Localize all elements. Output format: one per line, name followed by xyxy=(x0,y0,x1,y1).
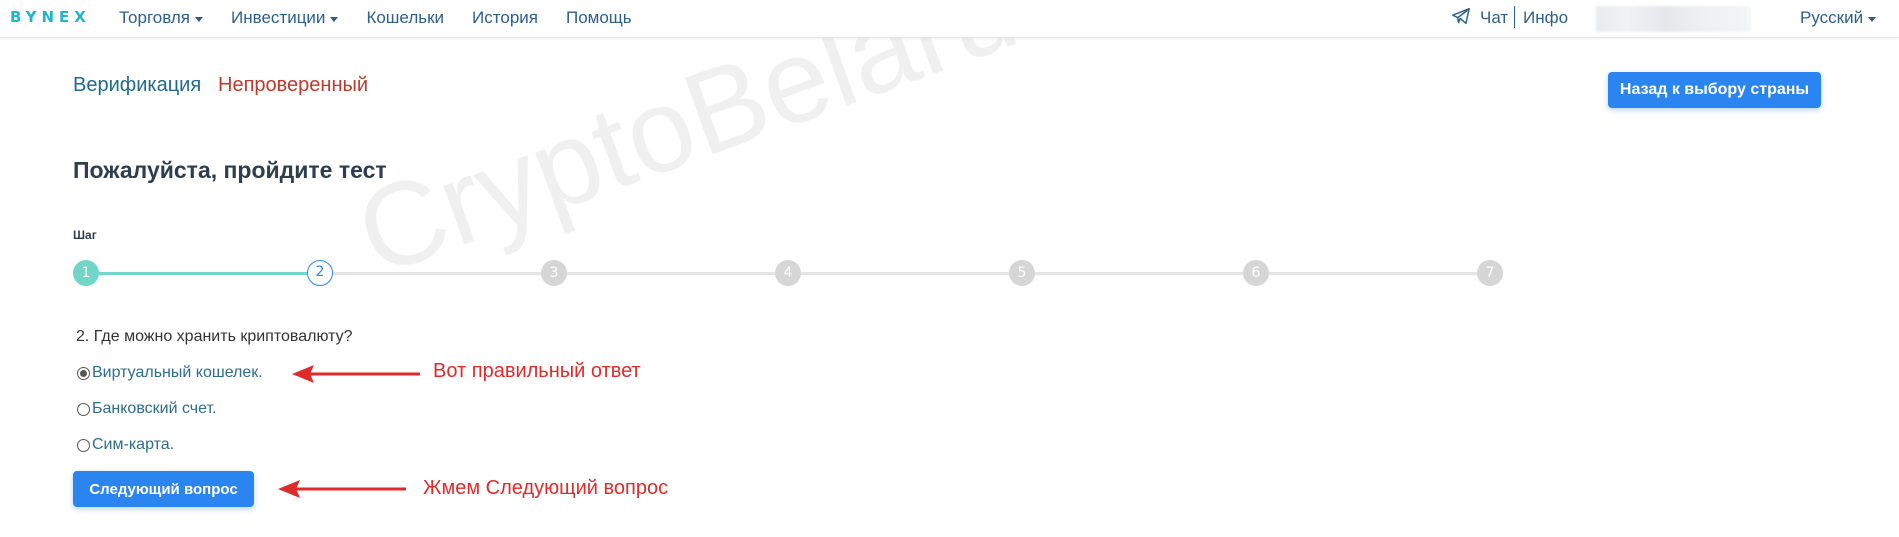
nav-item-label: Инвестиции xyxy=(231,8,326,27)
caret-down-icon xyxy=(1868,16,1877,22)
verification-title: Верификация xyxy=(73,74,202,96)
language-label: Русский xyxy=(1800,8,1864,27)
caret-down-icon xyxy=(195,16,204,22)
step-connector xyxy=(801,272,1009,275)
page-title: Пожалуйста, пройдите тест xyxy=(73,157,387,183)
step-1: 1 xyxy=(73,260,99,286)
annotation-correct-answer: Вот правильный ответ xyxy=(433,360,641,382)
watermark: CryptoBelarus.by xyxy=(340,0,1237,301)
nav-item-wallets[interactable]: Кошельки xyxy=(366,8,444,28)
nav-item-investments[interactable]: Инвестиции xyxy=(231,8,339,28)
annotation-press-next: Жмем Следующий вопрос xyxy=(423,477,669,499)
info-link[interactable]: Инфо xyxy=(1523,8,1568,28)
divider xyxy=(1514,6,1515,28)
back-to-country-button[interactable]: Назад к выбору страны xyxy=(1608,72,1821,108)
main-nav: Торговля Инвестиции Кошельки История Пом… xyxy=(119,0,660,36)
next-question-button[interactable]: Следующий вопрос xyxy=(73,471,254,507)
step-6: 6 xyxy=(1243,260,1269,286)
step-connector xyxy=(1269,272,1477,275)
step-connector xyxy=(567,272,775,275)
answer-label: Виртуальный кошелек. xyxy=(92,364,263,381)
annotation-arrow-icon xyxy=(278,480,406,498)
answer-option-virtual-wallet[interactable]: Виртуальный кошелек. xyxy=(77,364,263,382)
step-connector xyxy=(333,272,541,275)
nav-item-label: История xyxy=(472,8,538,27)
telegram-icon[interactable] xyxy=(1451,7,1471,25)
step-7: 7 xyxy=(1477,260,1503,286)
chat-link[interactable]: Чат xyxy=(1480,8,1508,28)
nav-item-history[interactable]: История xyxy=(472,8,538,28)
progress-stepper: 1 2 3 4 5 6 7 xyxy=(73,260,1503,286)
top-navigation-bar: BYNEX Торговля Инвестиции Кошельки Истор… xyxy=(0,0,1899,38)
step-label: Шаг xyxy=(73,228,97,242)
radio-button[interactable] xyxy=(77,438,90,452)
annotation-arrow-icon xyxy=(292,365,420,383)
step-connector xyxy=(1035,272,1243,275)
answer-label: Банковский счет. xyxy=(92,400,217,417)
step-5: 5 xyxy=(1009,260,1035,286)
nav-item-label: Помощь xyxy=(565,8,632,27)
verification-status: Непроверенный xyxy=(218,74,369,96)
question-text: 2. Где можно хранить криптовалюту? xyxy=(76,328,353,345)
caret-down-icon xyxy=(330,16,339,22)
step-connector xyxy=(99,272,307,275)
nav-item-label: Кошельки xyxy=(366,8,445,27)
answer-label: Сим-карта. xyxy=(92,436,175,453)
nav-item-label: Торговля xyxy=(119,8,191,27)
radio-button[interactable] xyxy=(77,402,90,416)
nav-item-help[interactable]: Помощь xyxy=(566,8,632,28)
answer-option-bank-account[interactable]: Банковский счет. xyxy=(77,400,216,418)
nav-item-trading[interactable]: Торговля xyxy=(119,8,204,28)
language-selector[interactable]: Русский xyxy=(1800,8,1877,28)
step-3: 3 xyxy=(541,260,567,286)
step-2: 2 xyxy=(307,260,333,286)
answer-option-sim-card[interactable]: Сим-карта. xyxy=(77,436,174,454)
radio-button[interactable] xyxy=(77,366,90,380)
step-4: 4 xyxy=(775,260,801,286)
blurred-user-account[interactable] xyxy=(1596,6,1751,32)
bynex-logo[interactable]: BYNEX xyxy=(10,8,91,26)
